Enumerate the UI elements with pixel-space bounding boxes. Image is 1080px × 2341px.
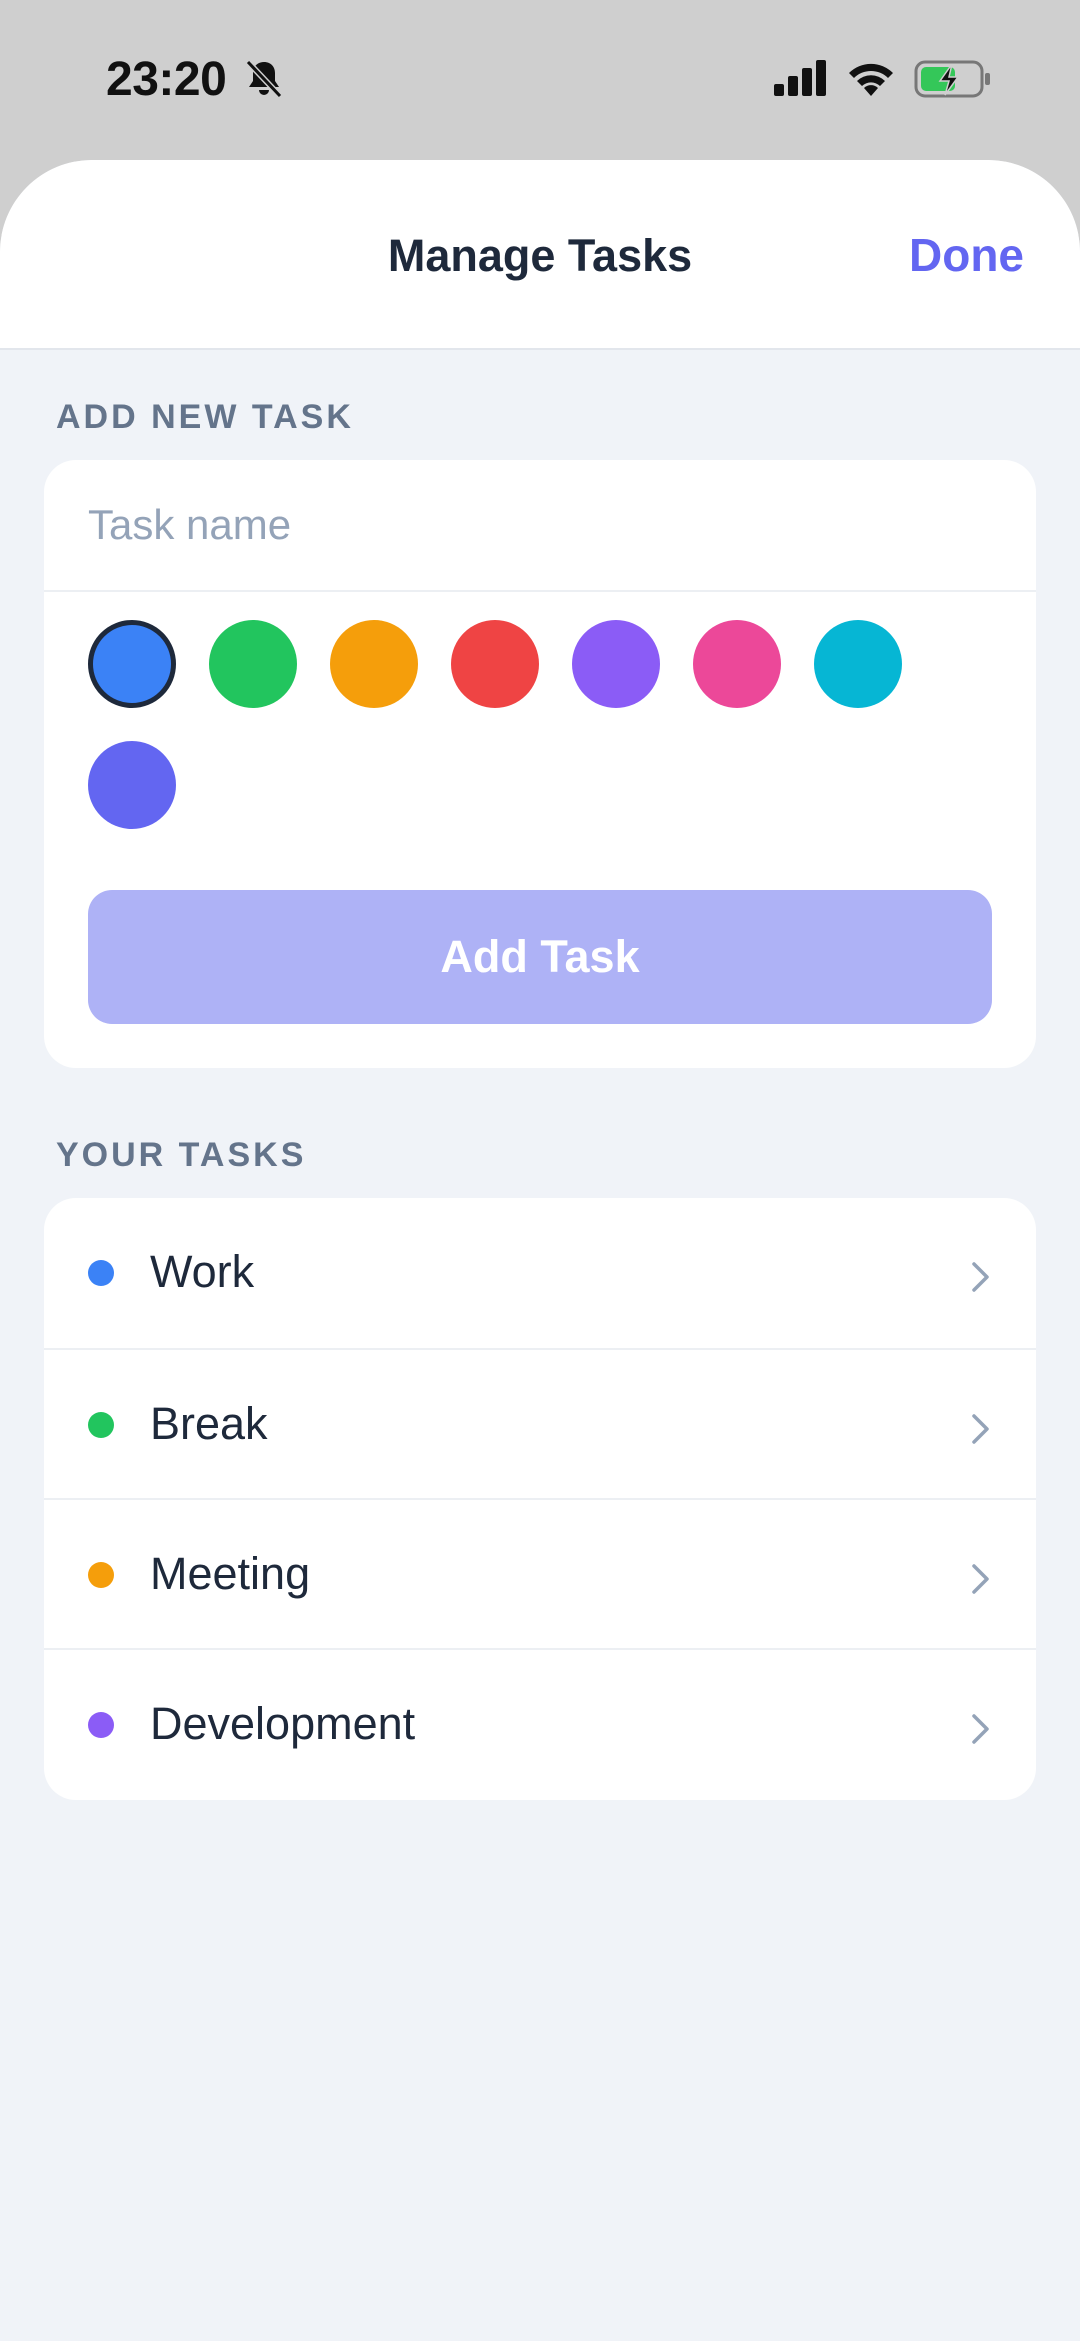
manage-tasks-sheet: Manage Tasks Done ADD NEW TASK Add Task … [0, 160, 1080, 2341]
chevron-right-icon [972, 1414, 989, 1444]
sheet-header: Manage Tasks Done [0, 160, 1080, 350]
status-bar: 23:20 [0, 0, 1080, 160]
wifi-icon [849, 63, 893, 96]
chevron-right-icon [972, 1714, 989, 1744]
task-name: Development [150, 1698, 416, 1749]
task-color-dot [88, 1412, 114, 1438]
add-new-task-label: ADD NEW TASK [56, 398, 354, 436]
color-swatch-green[interactable] [209, 620, 297, 708]
color-swatch-amber[interactable] [330, 620, 418, 708]
task-list: Work Break Meeting Development [44, 1198, 1036, 1800]
color-swatch-violet[interactable] [572, 620, 660, 708]
bell-slash-icon [245, 59, 283, 99]
task-row-work[interactable]: Work [44, 1198, 1036, 1348]
task-name-input[interactable] [44, 460, 1036, 592]
color-swatch-blue[interactable] [88, 620, 176, 708]
color-swatch-pink[interactable] [693, 620, 781, 708]
task-row-break[interactable]: Break [44, 1348, 1036, 1498]
add-task-card: Add Task [44, 460, 1036, 1068]
chevron-right-icon [972, 1564, 989, 1594]
battery-charging-icon [914, 60, 990, 98]
task-color-dot [88, 1712, 114, 1738]
task-row-meeting[interactable]: Meeting [44, 1498, 1036, 1648]
task-name: Meeting [150, 1548, 311, 1599]
task-name: Work [150, 1246, 255, 1297]
done-button[interactable]: Done [909, 228, 1024, 282]
status-time: 23:20 [106, 53, 227, 106]
task-row-development[interactable]: Development [44, 1648, 1036, 1798]
cellular-signal-icon [774, 60, 826, 96]
task-color-dot [88, 1260, 114, 1286]
add-task-button[interactable]: Add Task [88, 890, 992, 1024]
color-swatch-indigo[interactable] [88, 741, 176, 829]
your-tasks-label: YOUR TASKS [56, 1136, 307, 1174]
task-color-dot [88, 1562, 114, 1588]
color-swatch-red[interactable] [451, 620, 539, 708]
task-name: Break [150, 1398, 268, 1449]
color-swatch-cyan[interactable] [814, 620, 902, 708]
chevron-right-icon [972, 1262, 989, 1292]
